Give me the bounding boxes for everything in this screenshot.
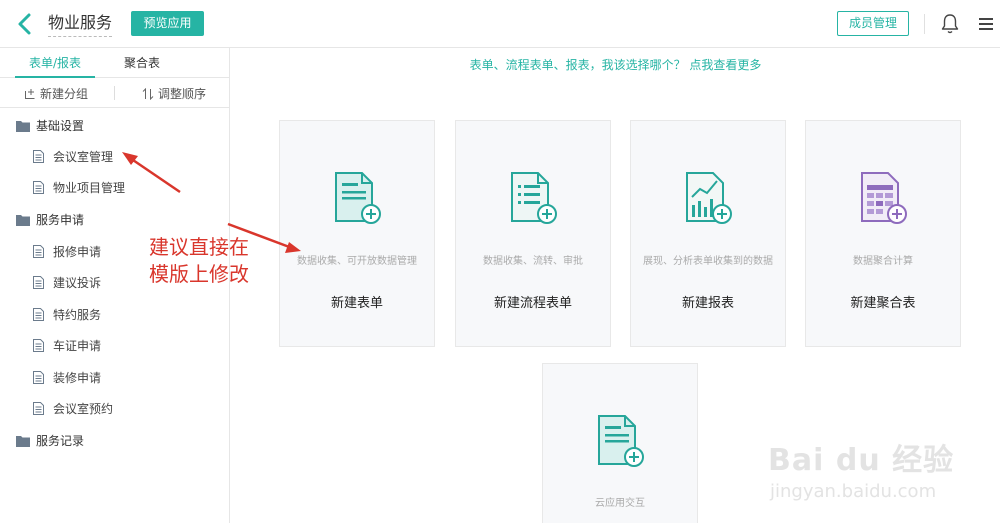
folder-icon [16, 435, 30, 447]
app-title[interactable]: 物业服务 [48, 12, 113, 37]
reorder-label: 调整顺序 [158, 87, 207, 101]
card-title: 新建聚合表 [850, 296, 916, 311]
new-workflow-form-card[interactable]: 数据收集、流转、审批 新建流程表单 [455, 120, 611, 347]
document-icon [33, 245, 44, 258]
card-description: 云应用交互 [595, 498, 645, 509]
card-title: 新建报表 [681, 296, 734, 311]
group-label: 服务申请 [36, 213, 85, 227]
card-description: 数据收集、可开放数据管理 [297, 256, 417, 267]
list-item-label: 物业项目管理 [53, 181, 126, 195]
annotation-note: 建议直接在 模版上修改 [149, 235, 249, 286]
sidebar-tabs: 表单/报表 聚合表 [0, 48, 229, 78]
bell-icon[interactable] [940, 13, 960, 35]
folder-icon [16, 120, 30, 132]
new-form-card[interactable]: 数据收集、可开放数据管理 新建表单 [279, 120, 435, 347]
hamburger-menu-icon[interactable] [978, 16, 994, 32]
form-plus-icon [335, 172, 381, 224]
card-description: 展现、分析表单收集到的数据 [643, 256, 773, 267]
new-group-button[interactable]: 新建分组 [24, 85, 88, 102]
sidebar-actions: 新建分组 调整顺序 [0, 78, 229, 108]
list-item[interactable]: 车证申请 [33, 337, 101, 354]
group-service-requests[interactable]: 服务申请 [16, 211, 84, 228]
watermark-logo: Bai du 经验 [768, 443, 955, 478]
group-basic-settings[interactable]: 基础设置 [16, 117, 84, 134]
card-title: 新建表单 [330, 296, 383, 311]
document-icon [33, 339, 44, 352]
list-item-label: 建议投诉 [53, 276, 102, 290]
document-icon [33, 181, 44, 194]
document-icon [33, 308, 44, 321]
cloud-app-plus-icon [598, 415, 644, 467]
aggregate-table-plus-icon [861, 172, 907, 224]
list-item[interactable]: 会议室管理 [33, 148, 113, 165]
document-icon [33, 402, 44, 415]
document-icon [33, 371, 44, 384]
cloud-app-card[interactable]: 云应用交互 [542, 363, 698, 523]
header-divider [924, 14, 925, 34]
card-description: 数据聚合计算 [853, 256, 913, 267]
member-management-button[interactable]: 成员管理 [837, 11, 909, 36]
list-item[interactable]: 装修申请 [33, 369, 101, 386]
baidu-jingyan-watermark: Bai du 经验 jingyan.baidu.com [768, 435, 993, 520]
actions-divider [114, 86, 115, 100]
list-item[interactable]: 特约服务 [33, 306, 101, 323]
group-label: 基础设置 [36, 119, 85, 133]
list-item-label: 会议室预约 [53, 402, 114, 416]
card-description: 数据收集、流转、审批 [483, 256, 583, 267]
folder-icon [16, 214, 30, 226]
new-group-label: 新建分组 [40, 87, 89, 101]
workflow-form-plus-icon [511, 172, 557, 224]
list-item-label: 特约服务 [53, 308, 102, 322]
sort-arrows-icon [142, 87, 154, 100]
list-item-label: 装修申请 [53, 371, 102, 385]
document-icon [33, 150, 44, 163]
card-title: 新建流程表单 [493, 296, 572, 311]
new-report-card[interactable]: 展现、分析表单收集到的数据 新建报表 [630, 120, 786, 347]
list-item[interactable]: 报修申请 [33, 243, 101, 260]
list-item[interactable]: 物业项目管理 [33, 179, 125, 196]
document-icon [33, 276, 44, 289]
report-chart-plus-icon [686, 172, 732, 224]
watermark-url: jingyan.baidu.com [770, 481, 937, 502]
preview-app-button[interactable]: 预览应用 [131, 11, 204, 36]
back-arrow-icon[interactable] [14, 12, 36, 36]
group-label: 服务记录 [36, 434, 85, 448]
tab-forms-reports[interactable]: 表单/报表 [29, 54, 81, 71]
list-item-label: 报修申请 [53, 245, 102, 259]
new-group-icon [25, 88, 35, 99]
group-service-records[interactable]: 服务记录 [16, 432, 84, 449]
top-bar: 物业服务 预览应用 成员管理 [0, 0, 1000, 48]
new-aggregate-table-card[interactable]: 数据聚合计算 新建聚合表 [805, 120, 961, 347]
help-hint-link[interactable]: 表单、流程表单、报表，我该选择哪个？ 点我查看更多 [231, 56, 1000, 73]
list-item[interactable]: 会议室预约 [33, 400, 113, 417]
list-item-label: 会议室管理 [53, 150, 114, 164]
reorder-button[interactable]: 调整顺序 [142, 85, 206, 102]
list-item-label: 车证申请 [53, 339, 102, 353]
tab-aggregate-table[interactable]: 聚合表 [124, 54, 160, 71]
list-item[interactable]: 建议投诉 [33, 274, 101, 291]
